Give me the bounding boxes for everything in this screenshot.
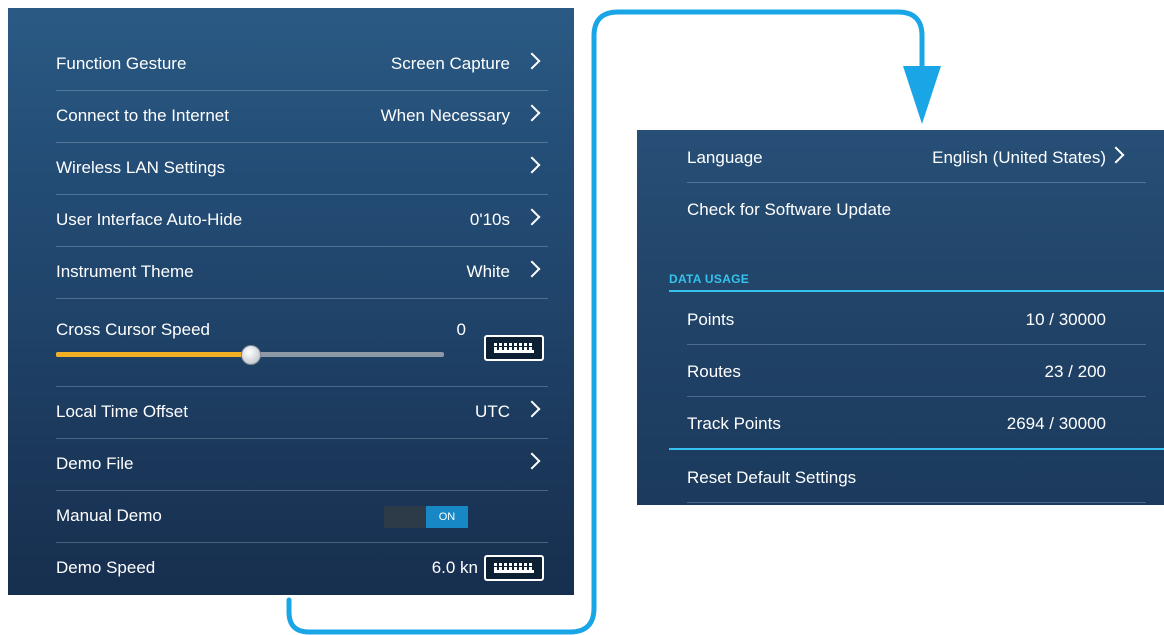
cross-cursor-slider[interactable] — [56, 345, 444, 365]
row-value: 23 / 200 — [1044, 362, 1106, 381]
local-time-offset-row[interactable]: Local Time Offset UTC — [56, 386, 548, 439]
manual-demo-toggle[interactable]: ON — [384, 506, 468, 528]
routes-row: Routes 23 / 200 — [687, 346, 1146, 397]
data-usage-heading: DATA USAGE — [669, 272, 750, 286]
slider-value: 0 — [456, 320, 466, 339]
row-label: Points — [687, 310, 735, 329]
chevron-right-icon — [1107, 146, 1125, 164]
keyboard-icon[interactable] — [484, 335, 544, 361]
row-label: Language — [687, 148, 763, 167]
row-value: English (United States) — [932, 148, 1106, 167]
language-row[interactable]: Language English (United States) — [687, 132, 1146, 183]
row-label: Demo File — [56, 454, 134, 473]
chevron-right-icon — [523, 104, 541, 122]
points-row: Points 10 / 30000 — [687, 294, 1146, 345]
cross-cursor-speed-row: Cross Cursor Speed 0 — [56, 298, 548, 387]
chevron-right-icon — [523, 52, 541, 70]
keyboard-icon[interactable] — [484, 555, 544, 581]
instrument-theme-row[interactable]: Instrument Theme White — [56, 246, 548, 299]
toggle-on-label: ON — [426, 506, 468, 528]
row-label: Function Gesture — [56, 54, 187, 73]
row-label: Instrument Theme — [56, 262, 194, 281]
manual-demo-row: Manual Demo ON — [56, 490, 548, 543]
chevron-right-icon — [523, 156, 541, 174]
settings-panel-left: Function Gesture Screen Capture Connect … — [8, 8, 574, 595]
slider-fill — [56, 352, 250, 357]
wireless-lan-row[interactable]: Wireless LAN Settings — [56, 142, 548, 195]
row-value: Screen Capture — [390, 54, 510, 73]
slider-handle[interactable] — [241, 345, 261, 365]
chevron-right-icon — [523, 260, 541, 278]
connect-internet-row[interactable]: Connect to the Internet When Necessary — [56, 90, 548, 143]
chevron-right-icon — [523, 208, 541, 226]
row-label: Cross Cursor Speed — [56, 320, 211, 339]
row-label: Demo Speed — [56, 558, 156, 577]
chevron-right-icon — [523, 400, 541, 418]
row-label: Connect to the Internet — [56, 106, 229, 125]
row-label: Wireless LAN Settings — [56, 158, 226, 177]
row-label: Manual Demo — [56, 506, 162, 525]
function-gesture-row[interactable]: Function Gesture Screen Capture — [56, 38, 548, 91]
reset-default-settings-row[interactable]: Reset Default Settings — [687, 452, 1146, 503]
row-value: White — [466, 262, 510, 281]
section-divider — [669, 448, 1164, 450]
row-label: Routes — [687, 362, 741, 381]
row-value: 0'10s — [469, 210, 510, 229]
row-value: 10 / 30000 — [1025, 310, 1106, 329]
row-label: User Interface Auto-Hide — [56, 210, 243, 229]
row-label: Track Points — [687, 414, 781, 433]
section-divider — [669, 290, 1164, 292]
row-value: 6.0 kn — [431, 558, 478, 577]
row-label: Reset Default Settings — [687, 468, 857, 487]
row-value: When Necessary — [380, 106, 510, 125]
demo-file-row[interactable]: Demo File — [56, 438, 548, 491]
demo-speed-row: Demo Speed 6.0 kn — [56, 542, 548, 594]
row-label: Check for Software Update — [687, 200, 892, 219]
row-value: UTC — [475, 402, 510, 421]
settings-panel-right: Language English (United States) Check f… — [637, 130, 1164, 505]
ui-auto-hide-row[interactable]: User Interface Auto-Hide 0'10s — [56, 194, 548, 247]
track-points-row: Track Points 2694 / 30000 — [687, 398, 1146, 448]
row-value: 2694 / 30000 — [1006, 414, 1106, 433]
software-update-row[interactable]: Check for Software Update — [687, 184, 1146, 234]
row-label: Local Time Offset — [56, 402, 188, 421]
chevron-right-icon — [523, 452, 541, 470]
